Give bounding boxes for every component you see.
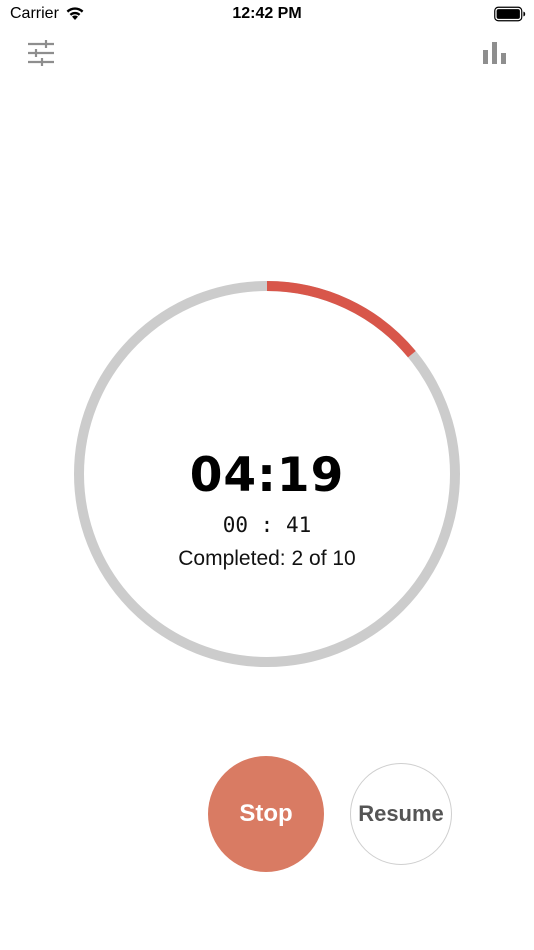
- sliders-icon: [27, 39, 55, 71]
- completed-status: Completed: 2 of 10: [0, 545, 534, 573]
- stop-button[interactable]: Stop: [208, 756, 324, 872]
- remaining-time: 04:19: [189, 448, 345, 503]
- resume-button[interactable]: Resume: [350, 763, 452, 865]
- completed-of: of: [309, 547, 327, 570]
- elapsed-seconds: 41: [285, 513, 312, 537]
- elapsed-separator: :: [260, 513, 274, 537]
- completed-total: 10: [332, 547, 356, 570]
- completed-label: Completed:: [178, 547, 286, 570]
- battery-icon: [494, 6, 526, 27]
- elapsed-minutes: 00: [222, 513, 249, 537]
- settings-button[interactable]: [19, 33, 63, 77]
- progress-arc: [266, 281, 416, 358]
- status-bar: Carrier 12:42 PM: [0, 0, 534, 30]
- elapsed-time: 00 : 41: [0, 511, 534, 539]
- statistics-button[interactable]: [473, 33, 517, 77]
- status-time: 12:42 PM: [232, 5, 302, 22]
- bar-chart-icon: [483, 41, 507, 69]
- completed-count: 2: [291, 547, 304, 570]
